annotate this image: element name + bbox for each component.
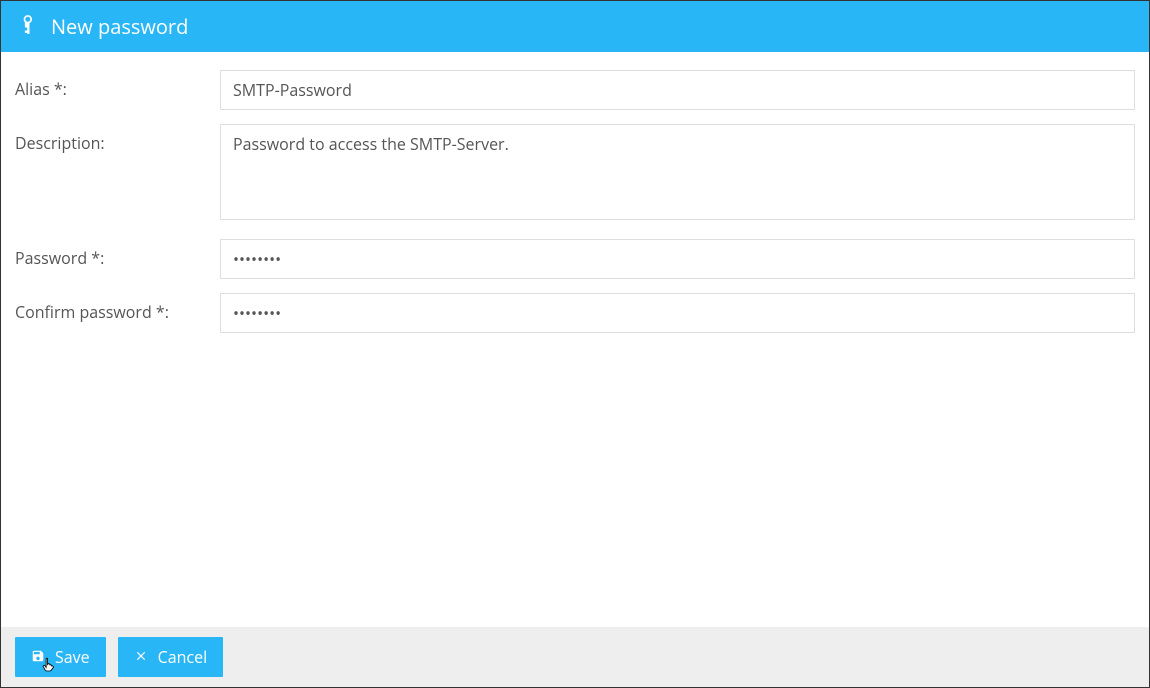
key-icon [19,13,39,40]
save-icon [31,646,45,668]
password-label: Password *: [15,239,220,269]
alias-label: Alias *: [15,70,220,100]
save-button-label: Save [55,646,90,668]
alias-input[interactable] [220,70,1135,110]
row-alias: Alias *: [15,70,1135,110]
confirm-password-input[interactable] [220,293,1135,333]
close-icon [134,646,148,668]
cancel-button-label: Cancel [158,646,207,668]
password-input[interactable] [220,239,1135,279]
save-button[interactable]: Save [15,637,106,677]
dialog-header: New password [1,1,1149,52]
confirm-password-label: Confirm password *: [15,293,220,323]
description-label: Description: [15,124,220,154]
dialog-footer: Save Cancel [1,627,1149,687]
form-area: Alias *: Description: Password *: Confir… [1,52,1149,627]
row-confirm-password: Confirm password *: [15,293,1135,333]
description-textarea[interactable] [220,124,1135,220]
cancel-button[interactable]: Cancel [118,637,223,677]
row-description: Description: [15,124,1135,225]
row-password: Password *: [15,239,1135,279]
dialog-title: New password [51,13,188,40]
